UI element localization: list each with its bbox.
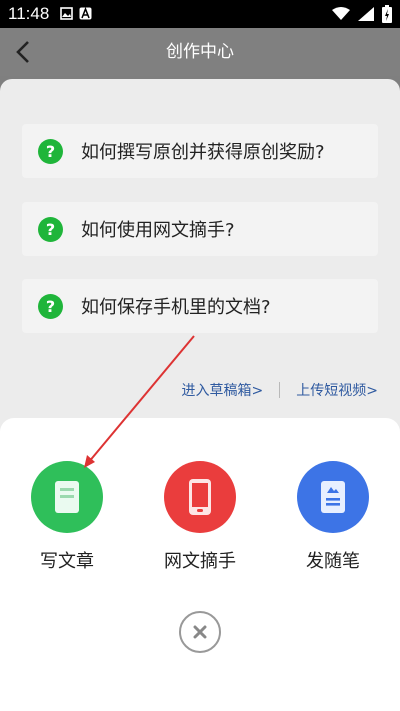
letter-a-icon [79, 7, 92, 20]
write-article-button[interactable]: 写文章 [12, 461, 122, 573]
action-circle [164, 461, 236, 533]
close-button[interactable] [179, 611, 221, 653]
close-icon [193, 625, 207, 639]
action-label: 发随笔 [306, 551, 360, 572]
upload-video-link[interactable]: 上传短视频> [296, 380, 378, 400]
action-circle [31, 461, 103, 533]
back-button[interactable] [8, 36, 40, 68]
note-icon [321, 481, 345, 513]
drafts-link[interactable]: 进入草稿箱> [182, 380, 264, 400]
action-label: 网文摘手 [164, 551, 236, 572]
battery-icon [382, 5, 392, 23]
post-note-button[interactable]: 发随笔 [278, 461, 388, 573]
question-icon: ? [38, 138, 63, 164]
chevron-left-icon [16, 41, 29, 63]
phone-icon [189, 479, 211, 515]
action-label: 写文章 [40, 551, 94, 572]
link-divider [279, 382, 281, 398]
status-bar: 11:48 [0, 0, 400, 28]
faq-item-label: 如何保存手机里的文档? [81, 297, 271, 318]
bottom-sheet: 写文章 网文摘手 发随笔 [0, 418, 400, 711]
image-icon [60, 7, 73, 20]
faq-item-save-doc[interactable]: ? 如何保存手机里的文档? [22, 279, 378, 333]
status-time: 11:48 [8, 4, 50, 23]
page-title: 创作中心 [166, 42, 234, 62]
status-notification-icons [60, 7, 92, 20]
title-bar: 创作中心 [0, 28, 400, 76]
faq-item-original[interactable]: ? 如何撰写原创并获得原创奖励? [22, 124, 378, 178]
web-clip-button[interactable]: 网文摘手 [145, 461, 255, 573]
links-row: 进入草稿箱> 上传短视频> [0, 378, 378, 402]
faq-item-label: 如何撰写原创并获得原创奖励? [81, 142, 325, 163]
faq-item-label: 如何使用网文摘手? [81, 220, 235, 241]
wifi-icon [332, 7, 350, 20]
action-circle [297, 461, 369, 533]
document-icon [55, 481, 79, 513]
question-icon: ? [38, 293, 63, 319]
status-system-icons [332, 5, 392, 23]
faq-item-web-clip[interactable]: ? 如何使用网文摘手? [22, 202, 378, 256]
signal-icon [358, 7, 374, 21]
question-icon: ? [38, 216, 63, 242]
